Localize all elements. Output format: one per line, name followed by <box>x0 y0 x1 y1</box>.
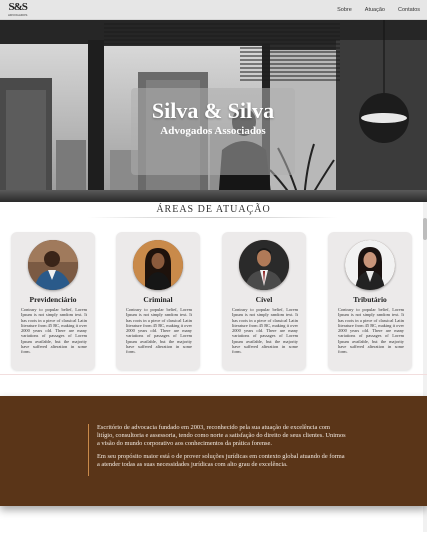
page-scrollbar-thumb[interactable] <box>423 218 427 240</box>
hero-subtitle: Advogados Associados <box>160 125 266 137</box>
lawyer-avatar <box>239 240 289 290</box>
section-divider <box>0 374 427 375</box>
areas-section-title: ÁREAS DE ATUAÇÃO <box>156 204 271 215</box>
hero-title: Silva & Silva <box>151 98 275 123</box>
area-card-text: Contrary to popular belief, Lorem Ipsum … <box>126 307 192 355</box>
lawyer-avatar <box>28 240 78 290</box>
lawyer-avatar <box>345 240 395 290</box>
about-accent-line <box>88 424 89 476</box>
lawyer-avatar <box>133 240 183 290</box>
area-card-title: Previdenciário <box>29 295 77 304</box>
area-card-title: Tributário <box>353 295 387 304</box>
logo-mark: S&S <box>8 1 27 13</box>
area-card-tributario[interactable]: Tributário Contrary to popular belief, L… <box>328 232 412 370</box>
area-card-civel[interactable]: Cível Contrary to popular belief, Lorem … <box>222 232 306 370</box>
logo-subtitle: ADVOGADOS <box>8 13 28 17</box>
area-card-previdenciario[interactable]: Previdenciário Contrary to popular belie… <box>11 232 95 370</box>
nav-item-sobre[interactable]: Sobre <box>337 7 352 13</box>
nav-menu: Sobre Atuação Contatos <box>337 7 420 13</box>
top-navbar: S&S ADVOGADOS Sobre Atuação Contatos <box>0 0 427 20</box>
about-section: Escritório de advocacia fundado em 2003,… <box>0 396 427 506</box>
area-card-title: Cível <box>255 295 273 304</box>
hero-title-box: Silva & Silva Advogados Associados <box>131 88 295 175</box>
about-paragraph-2: Em seu propósito maior está o de prover … <box>97 453 345 468</box>
about-paragraph-1: Escritório de advocacia fundado em 2003,… <box>97 424 346 447</box>
nav-item-atuacao[interactable]: Atuação <box>365 7 385 13</box>
area-card-text: Contrary to popular belief, Lorem Ipsum … <box>21 307 87 355</box>
area-card-criminal[interactable]: Criminal Contrary to popular belief, Lor… <box>116 232 200 370</box>
areas-title-divider <box>88 217 338 218</box>
area-card-text: Contrary to popular belief, Lorem Ipsum … <box>232 307 298 355</box>
area-card-title: Criminal <box>143 295 173 304</box>
nav-item-contatos[interactable]: Contatos <box>398 7 420 13</box>
logo[interactable]: S&S ADVOGADOS <box>8 1 28 17</box>
hero-banner: Silva & Silva Advogados Associados <box>0 20 427 202</box>
about-text: Escritório de advocacia fundado em 2003,… <box>97 424 347 474</box>
area-card-text: Contrary to popular belief, Lorem Ipsum … <box>338 307 404 355</box>
